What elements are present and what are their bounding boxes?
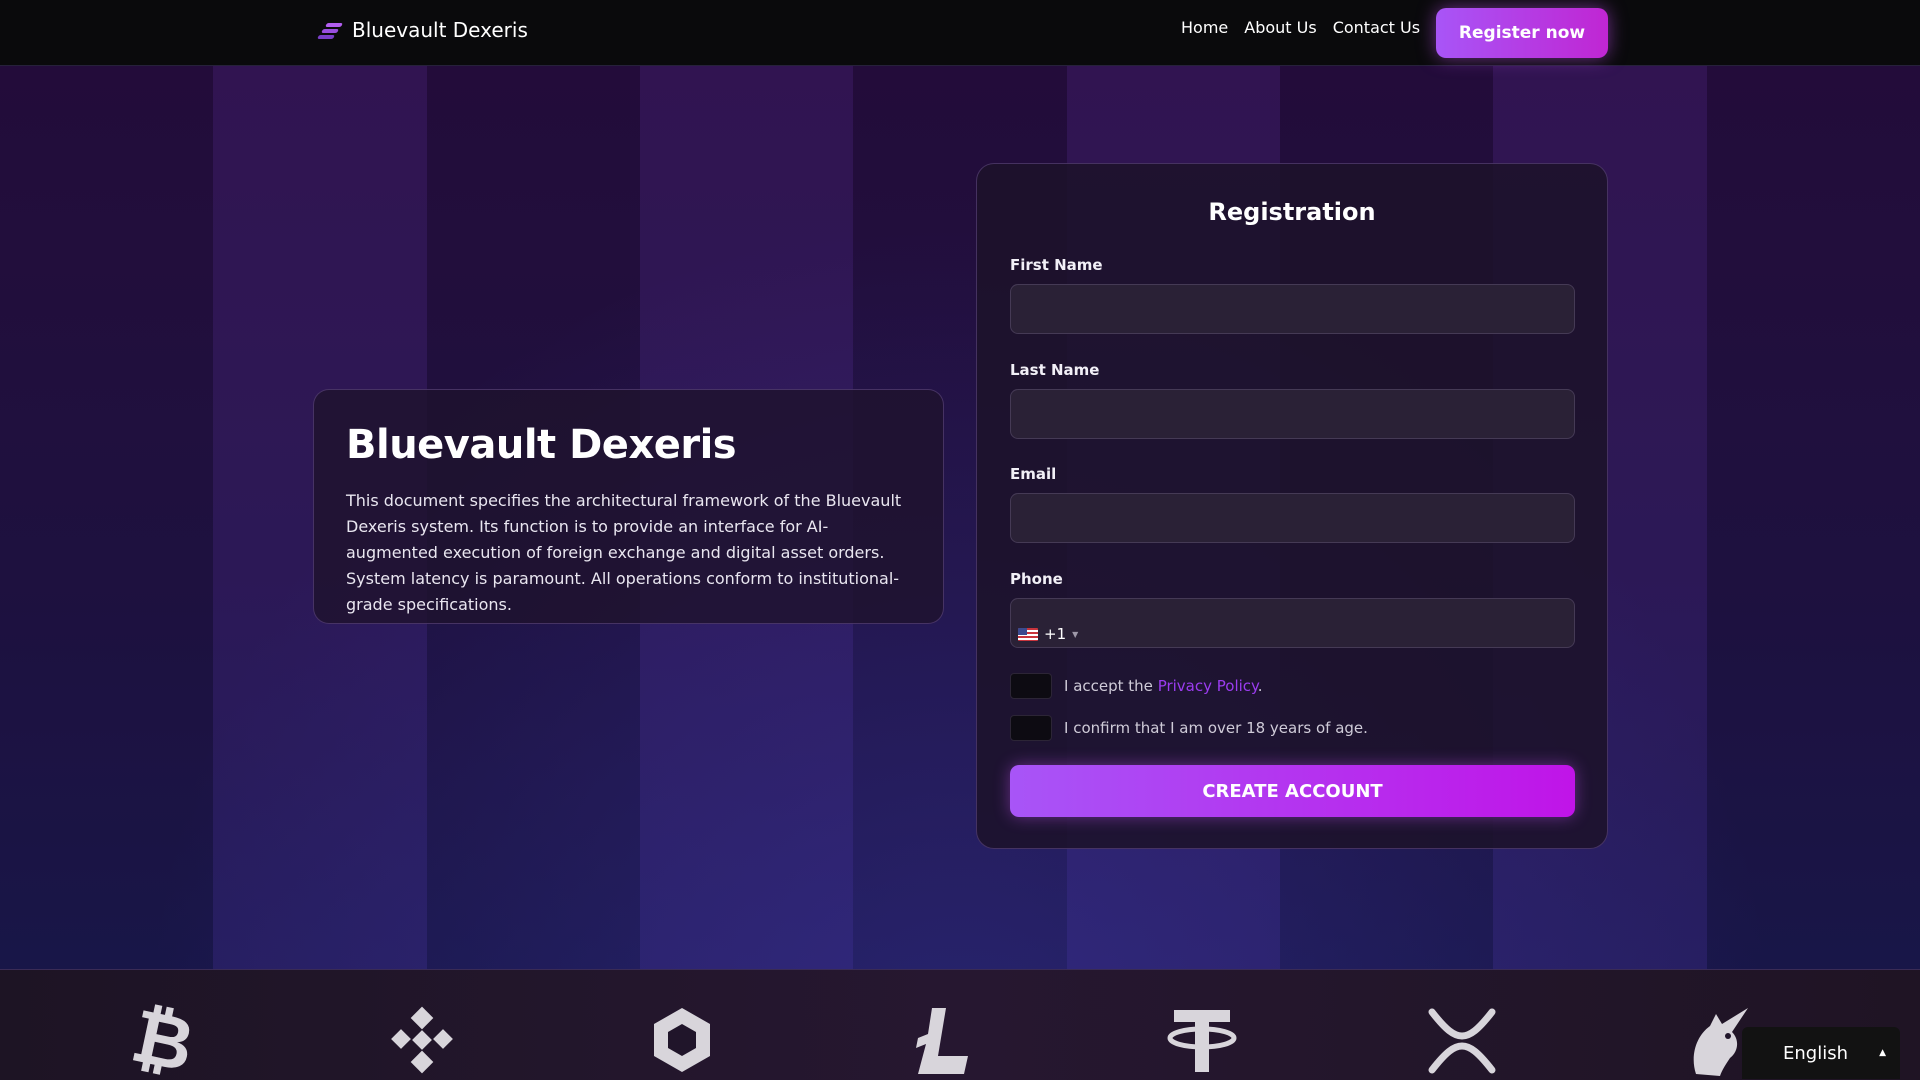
- registration-card: Registration First Name Last Name Email …: [976, 163, 1608, 849]
- age-checkbox[interactable]: [1010, 715, 1052, 741]
- main-nav: Home About Us Contact Us: [1181, 18, 1420, 37]
- nav-link-home[interactable]: Home: [1181, 18, 1228, 37]
- litecoin-icon: [906, 1004, 978, 1076]
- privacy-text: I accept the Privacy Policy.: [1064, 677, 1263, 695]
- phone-country-selector[interactable]: +1 ▼: [1018, 617, 1078, 651]
- info-card: Bluevault Dexeris This document specifie…: [313, 389, 944, 624]
- brand-name: Bluevault Dexeris: [352, 18, 528, 42]
- phone-dial-code: +1: [1044, 625, 1067, 643]
- last-name-label: Last Name: [1010, 361, 1100, 379]
- chevron-down-icon: ▼: [1072, 629, 1079, 639]
- age-confirm-text: I confirm that I am over 18 years of age…: [1064, 719, 1368, 737]
- create-account-button[interactable]: CREATE ACCOUNT: [1010, 765, 1575, 817]
- brand-stripes-icon: [317, 19, 344, 41]
- language-selected: English: [1783, 1042, 1848, 1064]
- hero-section: [0, 66, 1920, 969]
- age-checkbox-row: I confirm that I am over 18 years of age…: [1010, 715, 1368, 741]
- xrp-icon: [1426, 1004, 1498, 1076]
- us-flag-icon: [1018, 627, 1038, 641]
- chevron-up-icon: ▲: [1879, 1048, 1886, 1058]
- info-description: This document specifies the architectura…: [346, 491, 902, 614]
- email-input[interactable]: [1010, 493, 1575, 543]
- svg-text:₿: ₿: [131, 1004, 195, 1076]
- phone-label: Phone: [1010, 570, 1063, 588]
- chainlink-icon: [646, 1004, 718, 1076]
- nav-link-about[interactable]: About Us: [1244, 18, 1316, 37]
- nav-link-contact[interactable]: Contact Us: [1333, 18, 1420, 37]
- bitcoin-icon: ₿: [127, 1004, 199, 1076]
- privacy-policy-link[interactable]: Privacy Policy: [1158, 677, 1258, 695]
- registration-title: Registration: [1208, 198, 1376, 226]
- privacy-checkbox-row: I accept the Privacy Policy.: [1010, 673, 1263, 699]
- crypto-logo-strip: ₿: [0, 969, 1920, 1080]
- last-name-input[interactable]: [1010, 389, 1575, 439]
- tether-icon: [1166, 1004, 1238, 1076]
- binance-icon: [386, 1004, 458, 1076]
- brand-logo[interactable]: Bluevault Dexeris: [317, 18, 528, 42]
- info-title: Bluevault Dexeris: [346, 422, 737, 468]
- first-name-label: First Name: [1010, 256, 1103, 274]
- top-nav-bar: Bluevault Dexeris Home About Us Contact …: [0, 0, 1920, 66]
- first-name-input[interactable]: [1010, 284, 1575, 334]
- privacy-checkbox[interactable]: [1010, 673, 1052, 699]
- email-label: Email: [1010, 465, 1057, 483]
- phone-input[interactable]: [1010, 598, 1575, 648]
- language-selector[interactable]: English ▲: [1742, 1027, 1900, 1079]
- register-now-button[interactable]: Register now: [1436, 8, 1608, 58]
